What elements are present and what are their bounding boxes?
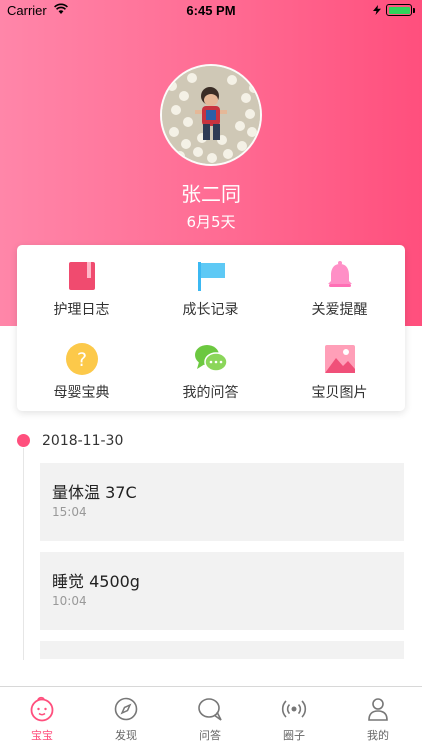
grid-item-baby-pictures[interactable]: 宝贝图片	[275, 332, 404, 412]
broadcast-icon	[281, 700, 307, 718]
grid-label: 成长记录	[182, 302, 239, 318]
feature-grid: 护理日志 成长记录 关爱提醒 ? 母婴宝典 我的问答 宝贝图片	[17, 245, 405, 411]
charging-icon	[373, 5, 381, 15]
timeline-line	[23, 448, 24, 660]
grid-label: 护理日志	[53, 302, 110, 318]
grid-item-my-qa[interactable]: 我的问答	[146, 332, 275, 412]
entry-time: 15:04	[52, 505, 87, 519]
baby-face-icon	[30, 696, 54, 722]
battery-icon	[386, 4, 415, 16]
tab-circle[interactable]: 圈子	[252, 687, 336, 750]
grid-label: 母婴宝典	[53, 385, 110, 401]
tab-label: 问答	[199, 729, 221, 742]
baby-age: 6月5天	[186, 213, 236, 231]
entry-title: 量体温 37C	[52, 483, 137, 502]
journal-icon	[69, 262, 95, 290]
grid-item-care-journal[interactable]: 护理日志	[17, 249, 146, 329]
grid-item-care-reminder[interactable]: 关爱提醒	[275, 249, 404, 329]
app-screen: Carrier 6:45 PM 张二同 6月5天 护理日志 成长记录 关爱提醒 …	[0, 0, 422, 750]
status-bar: Carrier 6:45 PM	[0, 0, 422, 22]
grid-item-parenting-guide[interactable]: ? 母婴宝典	[17, 332, 146, 412]
compass-icon	[114, 697, 138, 721]
tab-label: 圈子	[283, 729, 305, 742]
timeline-entry-partial[interactable]	[40, 641, 404, 659]
picture-icon	[325, 345, 355, 373]
svg-text:?: ?	[77, 349, 87, 371]
grid-label: 我的问答	[182, 385, 239, 401]
grid-item-growth-record[interactable]: 成长记录	[146, 249, 275, 329]
chat-bubble-icon	[198, 698, 222, 721]
tab-qa[interactable]: 问答	[168, 687, 252, 750]
timeline-entry[interactable]: 睡觉 4500g 10:04	[40, 552, 404, 630]
timeline-entry[interactable]: 量体温 37C 15:04	[40, 463, 404, 541]
timeline-dot	[17, 434, 30, 447]
help-icon: ?	[66, 343, 98, 375]
tab-discover[interactable]: 发现	[84, 687, 168, 750]
timeline-date: 2018-11-30	[42, 433, 124, 449]
flag-icon	[198, 262, 225, 291]
tab-bar: 宝宝 发现 问答 圈子 我的	[0, 686, 422, 750]
entry-time: 10:04	[52, 594, 87, 608]
grid-label: 宝贝图片	[311, 385, 368, 401]
tab-me[interactable]: 我的	[336, 687, 420, 750]
baby-name: 张二同	[181, 182, 241, 206]
avatar-photo	[162, 66, 260, 164]
tab-label: 我的	[367, 729, 389, 742]
chat-icon	[195, 345, 228, 372]
bell-icon	[328, 261, 352, 287]
tab-baby[interactable]: 宝宝	[0, 687, 84, 750]
tab-label: 发现	[115, 729, 137, 742]
grid-label: 关爱提醒	[311, 302, 368, 318]
clock: 6:45 PM	[186, 3, 236, 18]
tab-label: 宝宝	[31, 729, 53, 742]
entry-title: 睡觉 4500g	[52, 572, 140, 591]
person-icon	[368, 698, 388, 721]
baby-avatar[interactable]	[160, 64, 262, 166]
